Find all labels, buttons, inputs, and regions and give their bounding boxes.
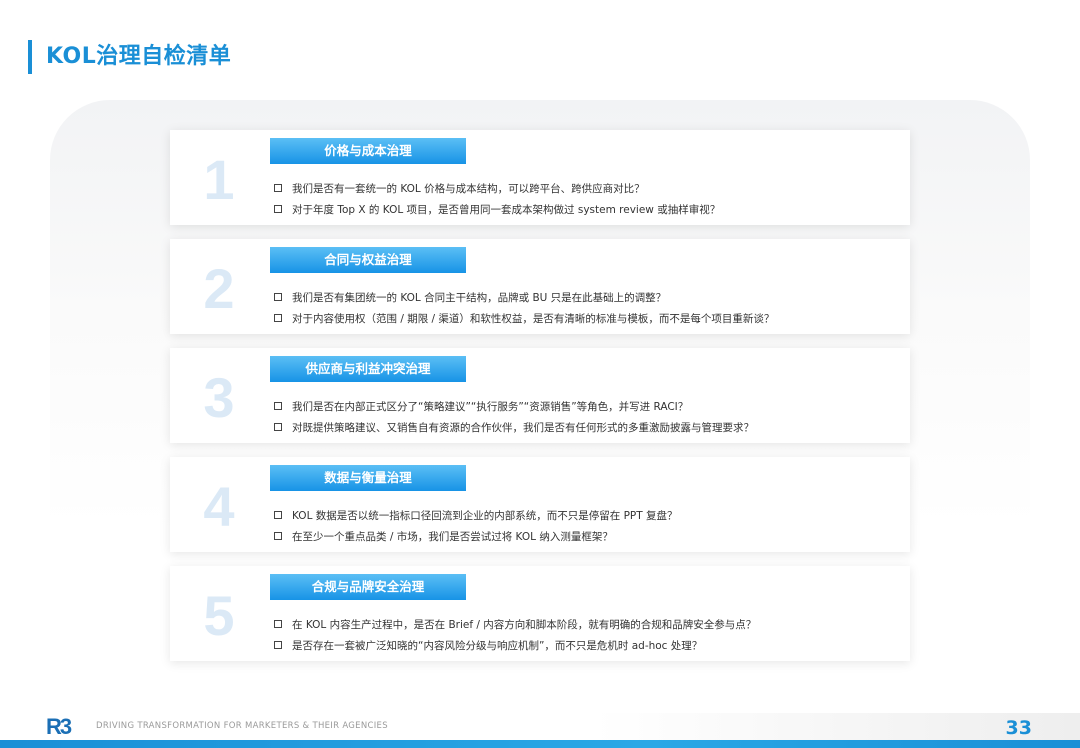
- section-number: 3: [203, 366, 235, 429]
- section-title: 数据与衡量治理: [270, 465, 466, 491]
- page-number: 33: [1005, 717, 1032, 739]
- checklist-item: 我们是否有集团统一的 KOL 合同主干结构，品牌或 BU 只是在此基础上的调整？: [274, 289, 666, 307]
- checklist-item: 是否存在一套被广泛知晓的“内容风险分级与响应机制”，而不只是危机时 ad-hoc…: [274, 637, 702, 655]
- section-number: 4: [203, 475, 235, 538]
- checklist-card-1: 1 价格与成本治理 我们是否有一套统一的 KOL 价格与成本结构，可以跨平台、跨…: [170, 130, 910, 225]
- section-title: 合同与权益治理: [270, 247, 466, 273]
- section-title: 供应商与利益冲突治理: [270, 356, 466, 382]
- checklist-item: 在至少一个重点品类 / 市场，我们是否尝试过将 KOL 纳入测量框架？: [274, 528, 613, 546]
- checklist-item: 对于年度 Top X 的 KOL 项目，是否曾用同一套成本架构做过 system…: [274, 201, 720, 219]
- checkbox-icon: [274, 532, 282, 540]
- checklist-card-5: 5 合规与品牌安全治理 在 KOL 内容生产过程中，是否在 Brief / 内容…: [170, 566, 910, 661]
- checkbox-icon: [274, 184, 282, 192]
- checklist-card-4: 4 数据与衡量治理 KOL 数据是否以统一指标口径回流到企业的内部系统，而不只是…: [170, 457, 910, 552]
- checklist-item: 我们是否有一套统一的 KOL 价格与成本结构，可以跨平台、跨供应商对比？: [274, 180, 645, 198]
- checklist-card-2: 2 合同与权益治理 我们是否有集团统一的 KOL 合同主干结构，品牌或 BU 只…: [170, 239, 910, 334]
- checklist-item: 在 KOL 内容生产过程中，是否在 Brief / 内容方向和脚本阶段，就有明确…: [274, 616, 756, 634]
- checklist-card-3: 3 供应商与利益冲突治理 我们是否在内部正式区分了“策略建议”“执行服务”“资源…: [170, 348, 910, 443]
- section-title: 价格与成本治理: [270, 138, 466, 164]
- section-number: 2: [203, 257, 235, 320]
- section-number: 5: [203, 584, 235, 647]
- checkbox-icon: [274, 511, 282, 519]
- checkbox-icon: [274, 423, 282, 431]
- checkbox-icon: [274, 402, 282, 410]
- checklist-item: 我们是否在内部正式区分了“策略建议”“执行服务”“资源销售”等角色，并写进 RA…: [274, 398, 688, 416]
- checkbox-icon: [274, 620, 282, 628]
- checkbox-icon: [274, 205, 282, 213]
- checkbox-icon: [274, 293, 282, 301]
- section-title: 合规与品牌安全治理: [270, 574, 466, 600]
- checkbox-icon: [274, 641, 282, 649]
- page-title: KOL治理自检清单: [46, 44, 232, 69]
- checklist-item: 对既提供策略建议、又销售自有资源的合作伙伴，我们是否有任何形式的多重激励披露与管…: [274, 419, 754, 437]
- checklist-item: KOL 数据是否以统一指标口径回流到企业的内部系统，而不只是停留在 PPT 复盘…: [274, 507, 678, 525]
- footer-stripe: [0, 740, 1080, 748]
- checklist-item: 对于内容使用权（范围 / 期限 / 渠道）和软性权益，是否有清晰的标准与模板，而…: [274, 310, 774, 328]
- footer-tagline: DRIVING TRANSFORMATION FOR MARKETERS & T…: [96, 721, 388, 731]
- r3-logo: R3: [46, 714, 72, 739]
- title-accent-bar: [28, 40, 32, 74]
- checkbox-icon: [274, 314, 282, 322]
- section-number: 1: [203, 148, 235, 211]
